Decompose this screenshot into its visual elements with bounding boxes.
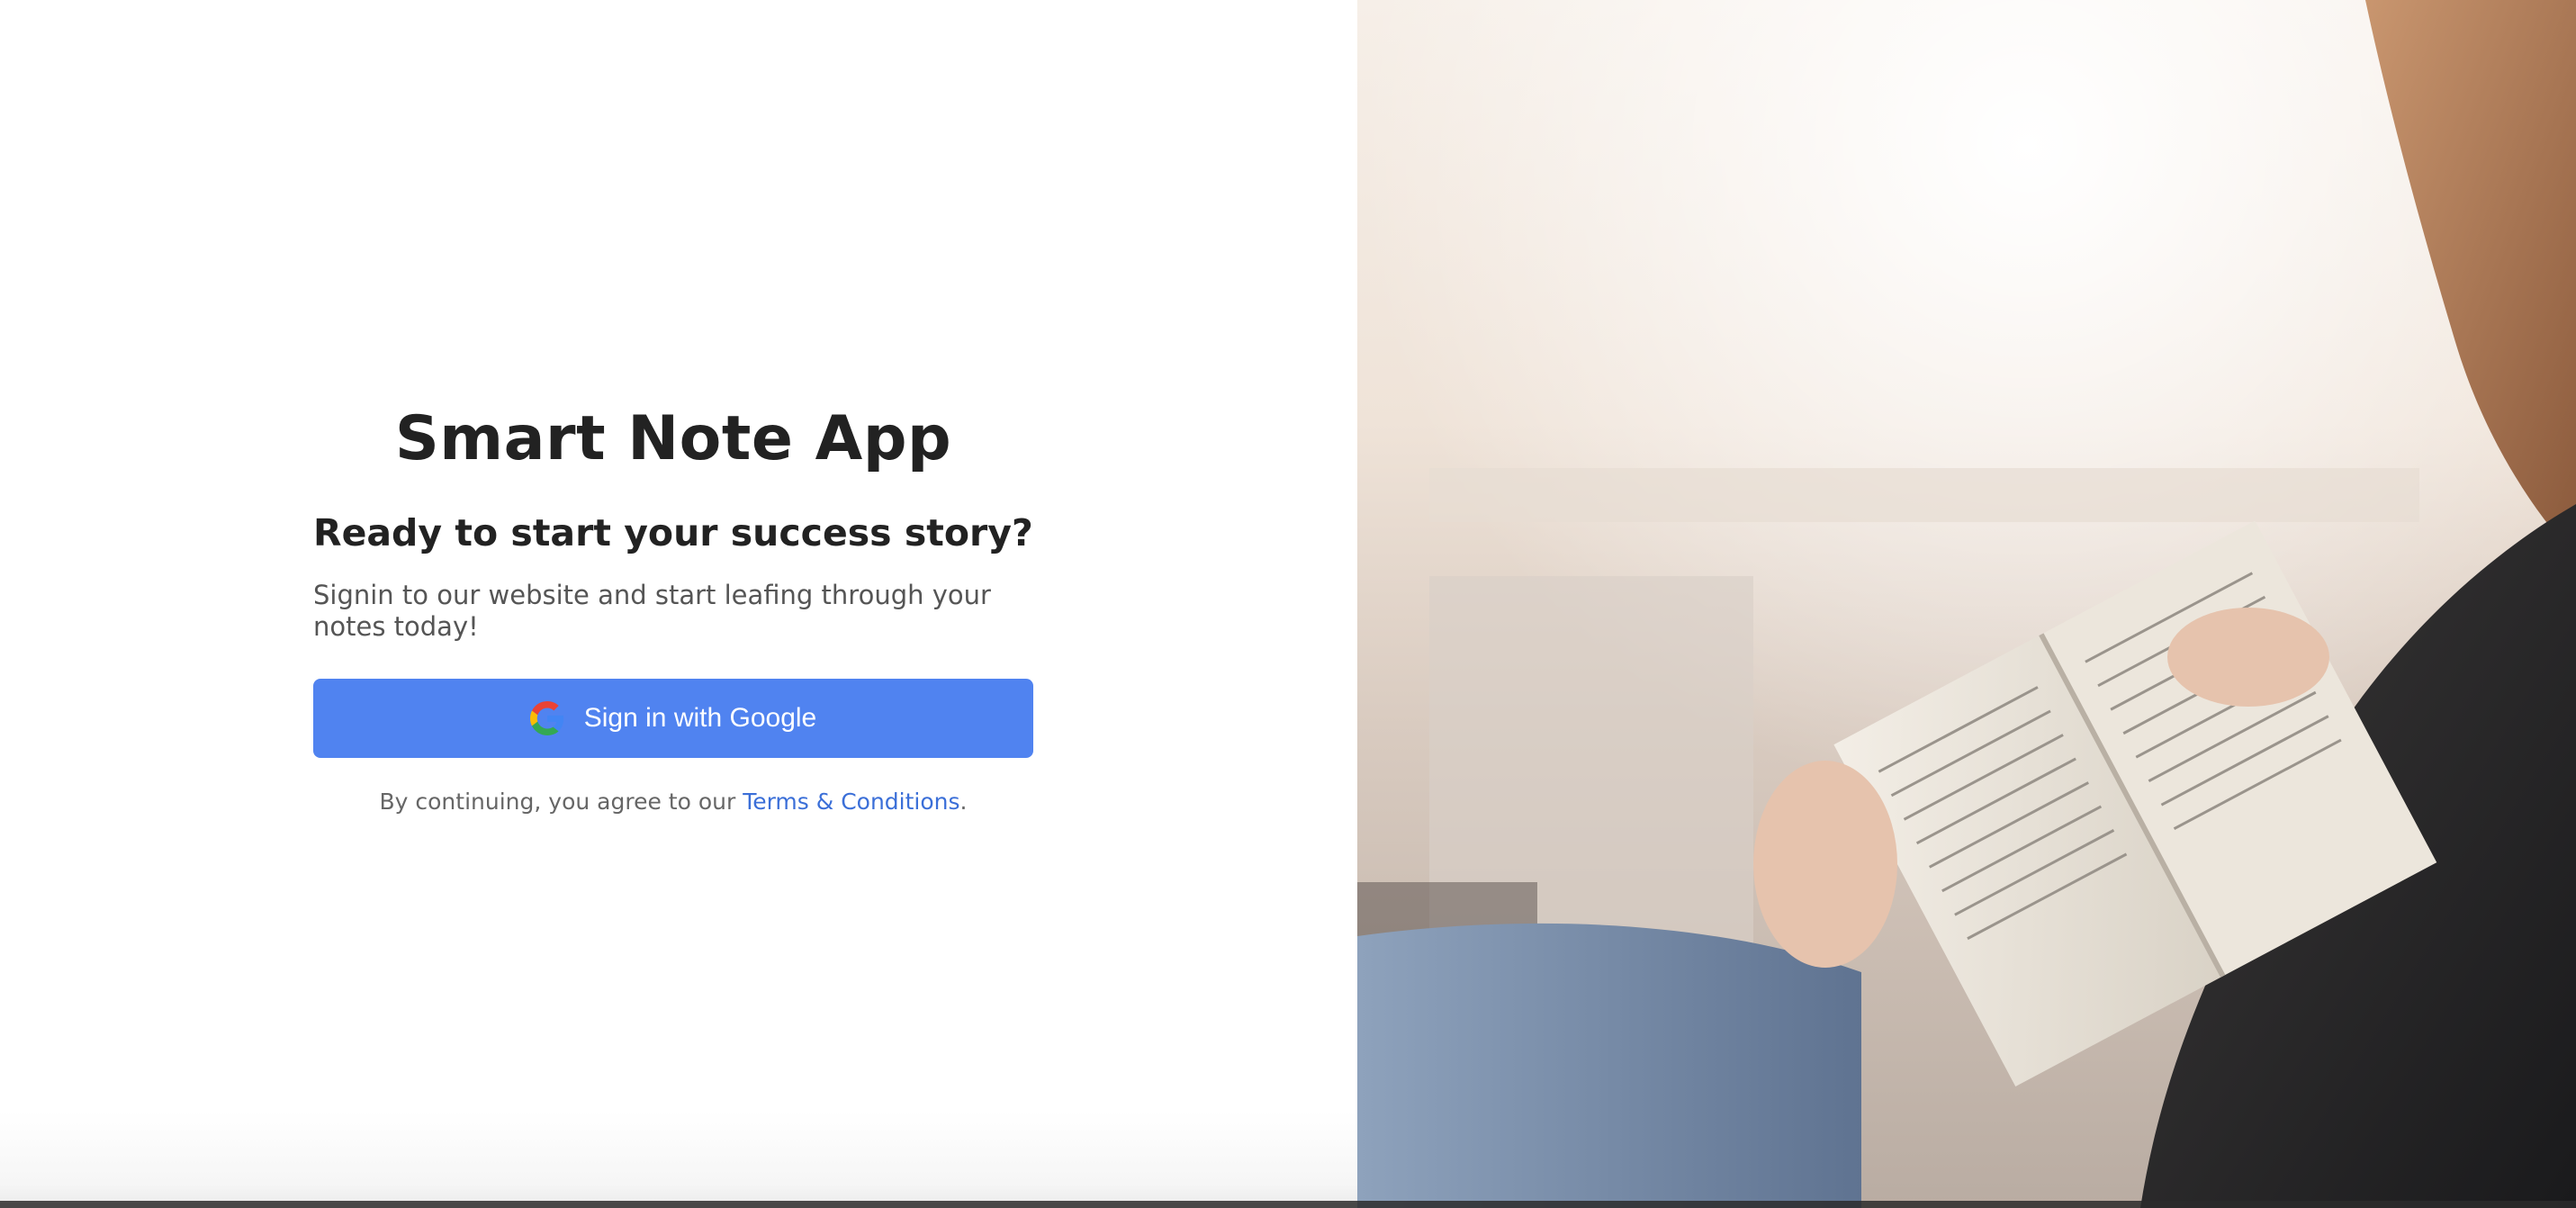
login-panel: Smart Note App Ready to start your succe… (0, 0, 1357, 1208)
app-title: Smart Note App (394, 403, 952, 474)
terms-notice: By continuing, you agree to our Terms & … (313, 787, 1033, 817)
terms-suffix: . (959, 789, 968, 815)
google-g-icon (529, 701, 564, 735)
hero-image-panel (1357, 0, 2576, 1208)
login-description: Signin to our website and start leafing … (313, 580, 991, 642)
login-page: Smart Note App Ready to start your succe… (0, 0, 2576, 1208)
google-button-label: Sign in with Google (583, 703, 817, 733)
login-card: Smart Note App Ready to start your succe… (313, 396, 1033, 817)
terms-and-conditions-link[interactable]: Terms & Conditions (743, 789, 959, 815)
terms-prefix: By continuing, you agree to our (379, 789, 743, 815)
reading-woman-photo (1357, 0, 2576, 1208)
sign-in-with-google-button[interactable]: Sign in with Google (313, 679, 1033, 758)
taskbar-strip (0, 1201, 2576, 1208)
login-subtitle: Ready to start your success story? (313, 511, 1033, 554)
